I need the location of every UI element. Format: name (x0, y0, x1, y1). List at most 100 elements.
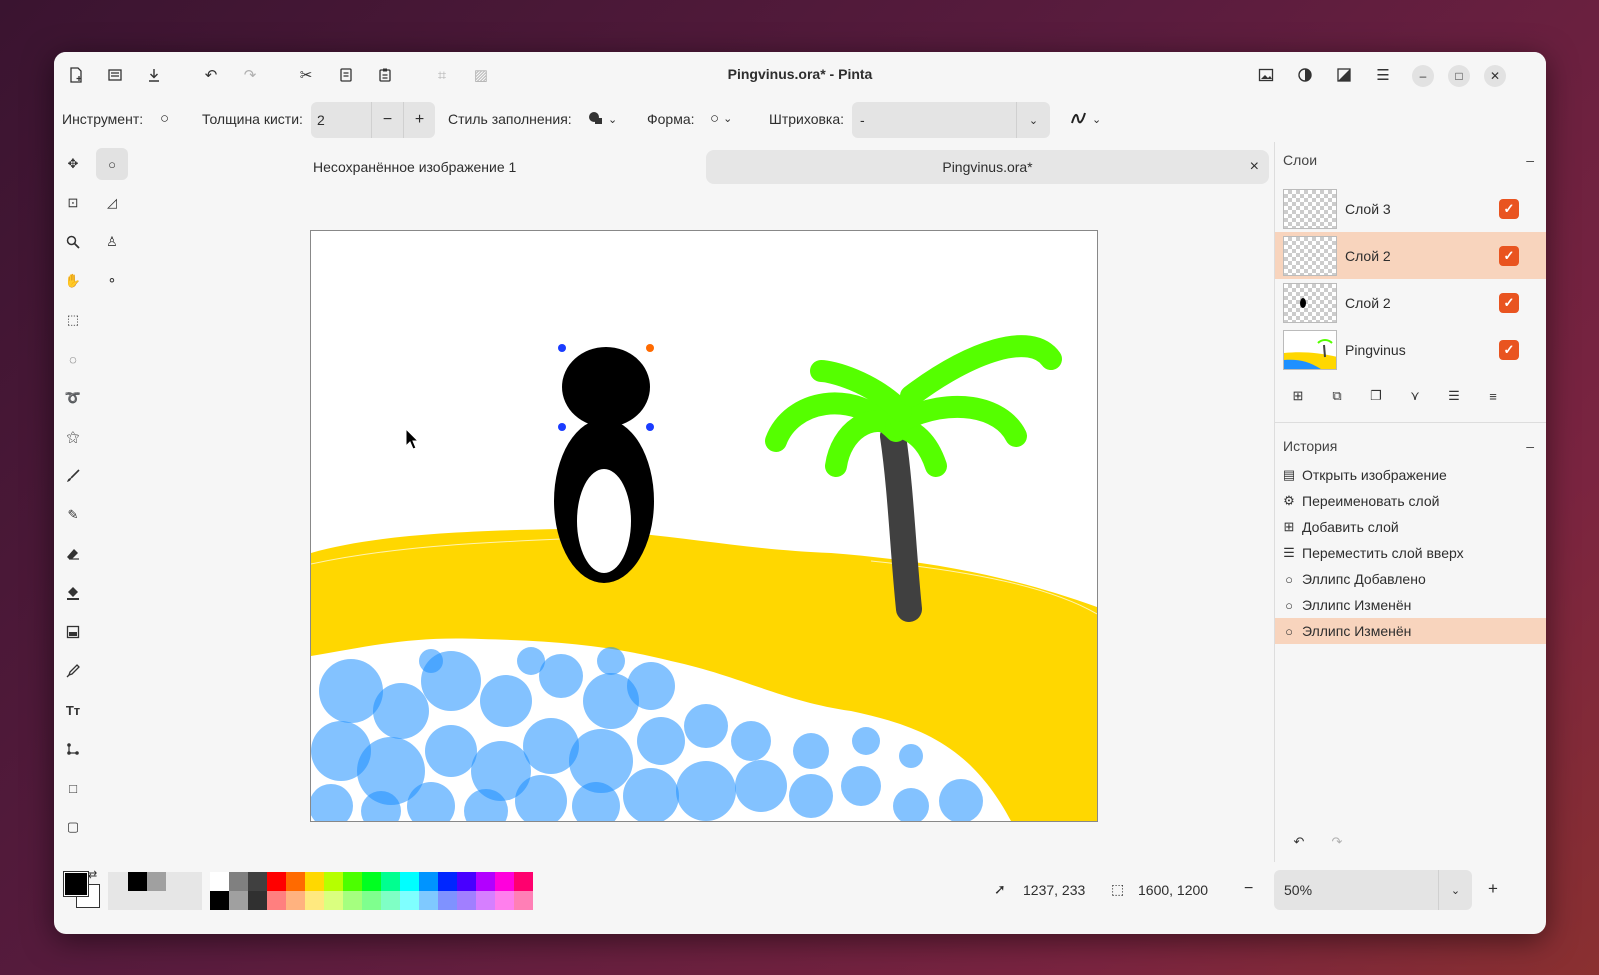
palette-color-swatch[interactable] (305, 872, 324, 891)
redo-icon[interactable]: ↷ (236, 61, 264, 89)
deselect-icon[interactable]: ▨ (467, 61, 495, 89)
palette-color-swatch[interactable] (514, 872, 533, 891)
zoom-combo[interactable]: 50% ⌄ (1274, 870, 1472, 910)
tab-unsaved-image[interactable]: Несохранённое изображение 1 (313, 150, 613, 184)
image-menu-icon[interactable] (1252, 61, 1280, 89)
palette-color-swatch[interactable] (324, 891, 343, 910)
palette-color-swatch[interactable] (362, 872, 381, 891)
history-collapse-button[interactable]: – (1526, 438, 1534, 454)
copy-layer-icon[interactable]: ❐ (1362, 382, 1390, 410)
palette-color-swatch[interactable] (210, 891, 229, 910)
minimize-button[interactable]: – (1412, 65, 1434, 87)
pencil-tool-icon[interactable]: ✎ (57, 499, 89, 531)
palette-color-swatch[interactable] (476, 872, 495, 891)
paintbrush-tool-icon[interactable] (57, 460, 89, 492)
history-item[interactable]: ☰ Переместить слой вверх (1275, 540, 1546, 566)
primary-color-swatch[interactable] (63, 871, 89, 897)
palette-color-swatch[interactable] (495, 891, 514, 910)
history-item[interactable]: ○ Эллипс Добавлено (1275, 566, 1546, 592)
palette-color-swatch[interactable] (419, 872, 438, 891)
zoom-input[interactable]: 50% (1274, 882, 1438, 898)
history-undo-icon[interactable]: ↶ (1285, 828, 1313, 856)
recolor-tool-icon[interactable]: ⚬ (96, 265, 128, 297)
rounded-rectangle-tool-icon[interactable]: ▢ (57, 811, 89, 843)
paint-bucket-tool-icon[interactable] (57, 577, 89, 609)
zoom-out-button[interactable]: − (1244, 880, 1253, 898)
move-selection-tool-icon[interactable]: ⊡ (57, 187, 89, 219)
chevron-down-icon[interactable]: ⌄ (1438, 870, 1472, 910)
palette-color-swatch[interactable] (229, 891, 248, 910)
palette-color-swatch[interactable] (229, 872, 248, 891)
close-button[interactable]: ✕ (1484, 65, 1506, 87)
line-curve-tool-icon[interactable] (57, 733, 89, 765)
add-layer-icon[interactable]: ⊞ (1284, 382, 1312, 410)
ellipse-select-tool-icon[interactable]: ◌ (57, 343, 89, 375)
main-menu-icon[interactable]: ☰ (1369, 61, 1397, 89)
ellipse-tool-icon[interactable]: ○ (96, 148, 128, 180)
palette-color-swatch[interactable] (381, 872, 400, 891)
palette-color-swatch[interactable] (438, 891, 457, 910)
fill-style-dropdown[interactable]: ⌄ (588, 110, 617, 129)
history-item[interactable]: ▤ Открыть изображение (1275, 462, 1546, 488)
history-item[interactable]: ○ Эллипс Изменён (1275, 592, 1546, 618)
palette-color-swatch[interactable] (324, 872, 343, 891)
lasso-select-tool-icon[interactable]: ➰ (57, 382, 89, 414)
open-file-icon[interactable] (101, 61, 129, 89)
freeform-shape-tool-icon[interactable]: ◿ (96, 187, 128, 219)
pan-tool-icon[interactable]: ✋ (57, 265, 89, 297)
layer-visibility-checkbox[interactable]: ✓ (1499, 339, 1519, 360)
cut-icon[interactable]: ✂ (292, 61, 320, 89)
save-icon[interactable] (140, 61, 168, 89)
move-selected-tool-icon[interactable]: ✥ (57, 148, 89, 180)
brush-width-increase-button[interactable]: + (403, 102, 435, 138)
layer-row-sloi-3[interactable]: Слой 3 ✓ (1275, 185, 1546, 232)
palette-color-swatch[interactable] (419, 891, 438, 910)
tab-pingvinus[interactable]: Pingvinus.ora* × (706, 150, 1269, 184)
history-item[interactable]: ⊞ Добавить слой (1275, 514, 1546, 540)
palette-color-swatch[interactable] (400, 891, 419, 910)
duplicate-layer-icon[interactable]: ⧉ (1323, 382, 1351, 410)
recent-color-swatch[interactable] (147, 872, 166, 891)
palette-color-swatch[interactable] (248, 891, 267, 910)
brush-width-input[interactable]: 2 (311, 112, 371, 128)
zoom-tool-icon[interactable] (57, 226, 89, 258)
palette-color-swatch[interactable] (514, 891, 533, 910)
layers-collapse-button[interactable]: – (1526, 152, 1534, 168)
magic-wand-tool-icon[interactable]: ⚝ (57, 421, 89, 453)
new-file-icon[interactable] (62, 61, 90, 89)
undo-icon[interactable]: ↶ (197, 61, 225, 89)
merge-layer-icon[interactable]: ⋎ (1401, 382, 1429, 410)
clone-stamp-tool-icon[interactable]: ♙ (96, 226, 128, 258)
layer-row-pingvinus[interactable]: Pingvinus ✓ (1275, 326, 1546, 373)
history-item-selected[interactable]: ○ Эллипс Изменён (1275, 618, 1546, 644)
layer-visibility-checkbox[interactable]: ✓ (1499, 198, 1519, 219)
chevron-down-icon[interactable]: ⌄ (1016, 102, 1050, 138)
copy-icon[interactable] (332, 61, 360, 89)
history-item[interactable]: ⚙ Переименовать слой (1275, 488, 1546, 514)
palette-color-swatch[interactable] (343, 872, 362, 891)
paste-icon[interactable] (371, 61, 399, 89)
palette-color-swatch[interactable] (457, 872, 476, 891)
palette-color-swatch[interactable] (362, 891, 381, 910)
recent-color-swatch[interactable] (128, 872, 147, 891)
palette-color-swatch[interactable] (495, 872, 514, 891)
palette-color-swatch[interactable] (438, 872, 457, 891)
layer-row-sloi-2-selected[interactable]: Слой 2 ✓ (1275, 232, 1546, 279)
shape-dropdown[interactable]: ○ ⌄ (710, 110, 732, 127)
maximize-button[interactable]: □ (1448, 65, 1470, 87)
palette-color-swatch[interactable] (476, 891, 495, 910)
layer-visibility-checkbox[interactable]: ✓ (1499, 292, 1519, 313)
swap-colors-icon[interactable]: ⇄ (88, 868, 97, 881)
layer-visibility-checkbox[interactable]: ✓ (1499, 245, 1519, 266)
zoom-in-button[interactable]: + (1488, 879, 1498, 899)
adjustments-icon[interactable] (1291, 61, 1319, 89)
antialiasing-dropdown[interactable]: ⌄ (1070, 110, 1101, 129)
layer-row-sloi-2[interactable]: Слой 2 ✓ (1275, 279, 1546, 326)
palette-color-swatch[interactable] (286, 891, 305, 910)
palette-color-swatch[interactable] (343, 891, 362, 910)
history-redo-icon[interactable]: ↷ (1323, 828, 1351, 856)
primary-secondary-colors[interactable]: ⇄ (62, 868, 102, 910)
palette-color-swatch[interactable] (381, 891, 400, 910)
move-up-icon[interactable]: ☰ (1440, 382, 1468, 410)
brush-width-decrease-button[interactable]: − (371, 102, 403, 138)
